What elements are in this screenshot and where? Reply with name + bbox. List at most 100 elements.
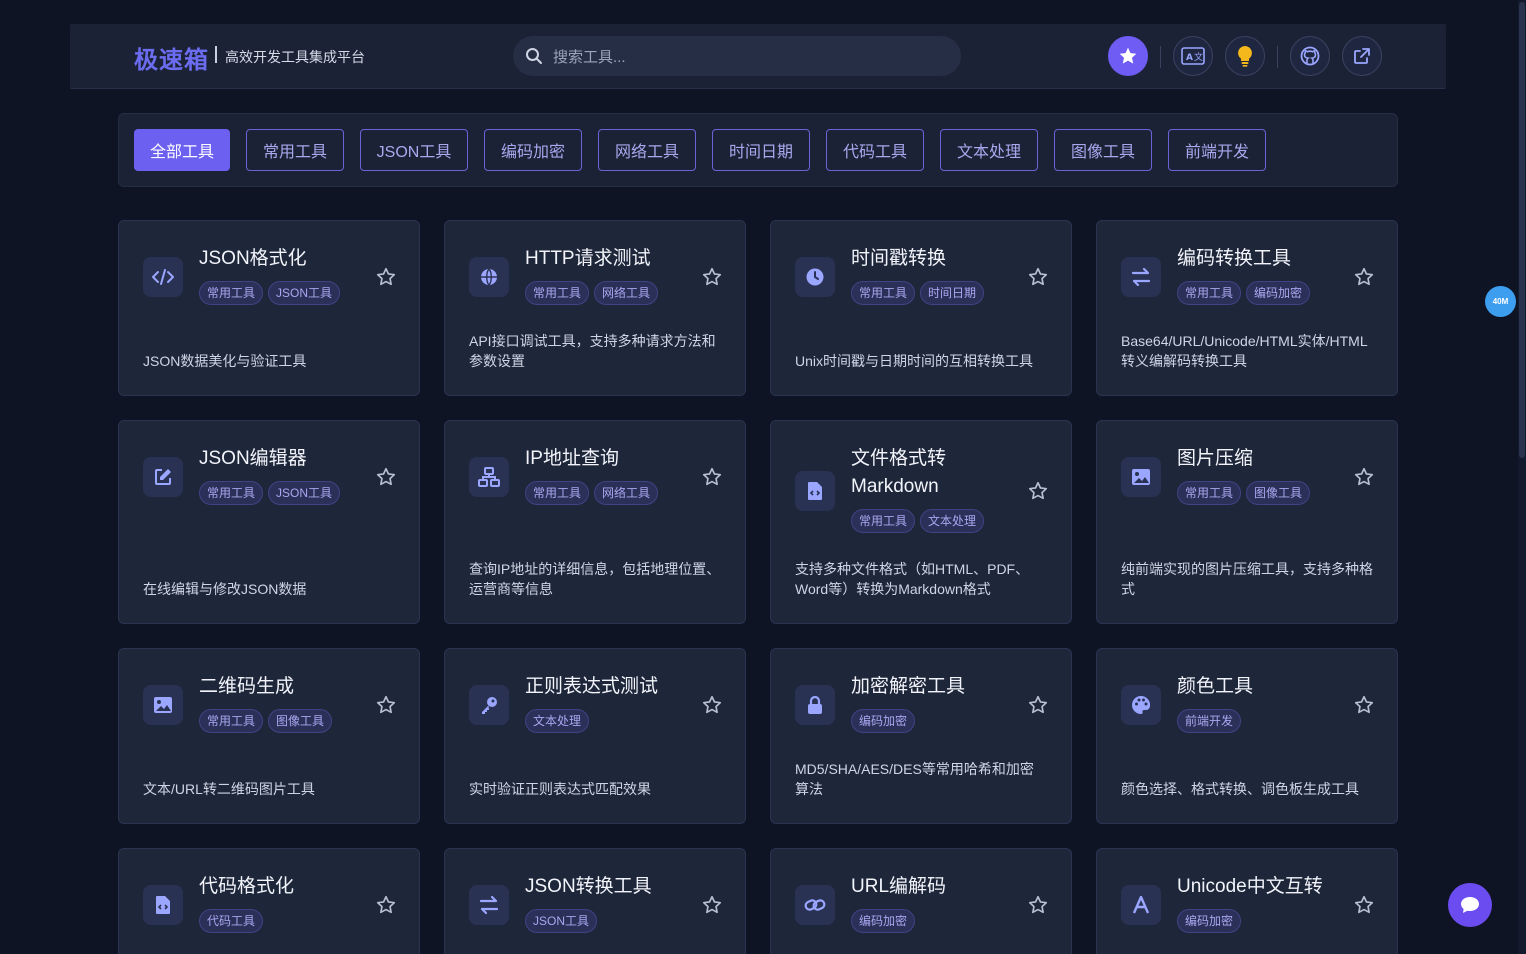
tool-title: JSON编辑器: [199, 448, 307, 469]
tool-tag[interactable]: 常用工具: [851, 509, 916, 533]
favorite-star-icon[interactable]: [701, 694, 723, 716]
tool-icon-box: [469, 457, 509, 497]
favorite-star-icon[interactable]: [1027, 894, 1049, 916]
favorite-star-icon[interactable]: [1353, 266, 1375, 288]
tool-tag[interactable]: 常用工具: [1177, 481, 1242, 505]
tool-card-url-codec[interactable]: URL编解码 编码加密: [770, 848, 1072, 954]
tool-description: Base64/URL/Unicode/HTML实体/HTML转义编解码转换工具: [1121, 333, 1368, 369]
favorite-star-icon[interactable]: [1353, 894, 1375, 916]
floating-status-badge[interactable]: 40M: [1485, 286, 1516, 317]
tool-tag[interactable]: 编码加密: [1246, 281, 1311, 305]
favorite-star-icon[interactable]: [1353, 466, 1375, 488]
tool-tag[interactable]: JSON工具: [268, 481, 341, 505]
tool-card-file-to-markdown[interactable]: 文件格式转Markdown 常用工具 文本处理 支持多种文件格式（如HTML、P…: [770, 420, 1072, 624]
tool-card-unicode[interactable]: Unicode中文互转 编码加密: [1096, 848, 1398, 954]
palette-icon: [1132, 695, 1151, 714]
tool-card-timestamp[interactable]: 时间戳转换 常用工具 时间日期 Unix时间戳与日期时间的互相转换工具: [770, 220, 1072, 396]
category-tab-common[interactable]: 常用工具: [246, 129, 344, 171]
globe-icon: [481, 268, 497, 286]
tool-tag[interactable]: 前端开发: [1177, 709, 1242, 733]
favorite-star-icon[interactable]: [375, 466, 397, 488]
github-icon: [1300, 46, 1320, 66]
category-tab-code[interactable]: 代码工具: [826, 129, 924, 171]
favorite-star-icon[interactable]: [701, 266, 723, 288]
tool-card-code-formatter[interactable]: 代码格式化 代码工具: [118, 848, 420, 954]
category-tab-text[interactable]: 文本处理: [940, 129, 1038, 171]
tool-tag[interactable]: 图像工具: [1246, 481, 1311, 505]
tool-tag[interactable]: 常用工具: [1177, 281, 1242, 305]
favorite-star-icon[interactable]: [375, 894, 397, 916]
category-tab-all[interactable]: 全部工具: [134, 129, 230, 171]
external-link-icon: [1354, 48, 1370, 64]
tool-card-color[interactable]: 颜色工具 前端开发 颜色选择、格式转换、调色板生成工具: [1096, 648, 1398, 824]
favorite-star-icon[interactable]: [375, 694, 397, 716]
tool-tag[interactable]: 常用工具: [199, 709, 264, 733]
tool-tag[interactable]: 常用工具: [199, 281, 264, 305]
search-box[interactable]: [513, 36, 961, 76]
tool-card-crypto[interactable]: 加密解密工具 编码加密 MD5/SHA/AES/DES等常用哈希和加密算法: [770, 648, 1072, 824]
svg-text:文: 文: [1194, 51, 1203, 63]
share-button[interactable]: [1342, 36, 1382, 76]
tool-icon-box: [143, 885, 183, 925]
tool-card-ip-lookup[interactable]: IP地址查询 常用工具 网络工具 查询IP地址的详细信息，包括地理位置、运营商等…: [444, 420, 746, 624]
tool-tag[interactable]: 编码加密: [1177, 909, 1242, 933]
page-scrollbar[interactable]: [1518, 0, 1526, 954]
tool-icon-box: [143, 457, 183, 497]
tool-icon-box: [469, 885, 509, 925]
tool-tag[interactable]: 代码工具: [199, 909, 264, 933]
tool-tags: 常用工具 文本处理: [851, 509, 985, 533]
tool-tag[interactable]: 常用工具: [851, 281, 916, 305]
category-tab-network[interactable]: 网络工具: [598, 129, 696, 171]
tool-card-json-editor[interactable]: JSON编辑器 常用工具 JSON工具 在线编辑与修改JSON数据: [118, 420, 420, 624]
favorite-star-icon[interactable]: [1027, 480, 1049, 502]
tool-card-json-convert[interactable]: JSON转换工具 JSON工具: [444, 848, 746, 954]
category-tab-frontend[interactable]: 前端开发: [1168, 129, 1266, 171]
scrollbar-thumb[interactable]: [1519, 2, 1525, 458]
category-filter-bar: 全部工具 常用工具 JSON工具 编码加密 网络工具 时间日期 代码工具 文本处…: [118, 113, 1398, 187]
tool-description: 支持多种文件格式（如HTML、PDF、Word等）转换为Markdown格式: [795, 561, 1030, 597]
favorite-star-icon[interactable]: [1027, 266, 1049, 288]
tool-card-qrcode[interactable]: 二维码生成 常用工具 图像工具 文本/URL转二维码图片工具: [118, 648, 420, 824]
tool-title: 代码格式化: [199, 876, 295, 897]
favorite-star-icon[interactable]: [701, 466, 723, 488]
tool-card-json-formatter[interactable]: JSON格式化 常用工具 JSON工具 JSON数据美化与验证工具: [118, 220, 420, 396]
tool-tag[interactable]: JSON工具: [525, 909, 598, 933]
tool-card-image-compress[interactable]: 图片压缩 常用工具 图像工具 纯前端实现的图片压缩工具，支持多种格式: [1096, 420, 1398, 624]
search-input[interactable]: [551, 42, 945, 72]
tool-tag[interactable]: 网络工具: [594, 281, 659, 305]
chat-button[interactable]: [1448, 883, 1492, 927]
favorite-star-icon[interactable]: [375, 266, 397, 288]
tool-tag[interactable]: 常用工具: [199, 481, 264, 505]
tool-tag[interactable]: 常用工具: [525, 481, 590, 505]
category-tab-encoding[interactable]: 编码加密: [484, 129, 582, 171]
image-icon: [1132, 469, 1150, 485]
tool-card-http-request[interactable]: HTTP请求测试 常用工具 网络工具 API接口调试工具，支持多种请求方法和参数…: [444, 220, 746, 396]
tool-tags: 常用工具 时间日期: [851, 281, 985, 305]
favorite-star-icon[interactable]: [701, 894, 723, 916]
favorite-star-icon[interactable]: [1027, 694, 1049, 716]
tool-tag[interactable]: 文本处理: [525, 709, 590, 733]
tool-card-encoding[interactable]: 编码转换工具 常用工具 编码加密 Base64/URL/Unicode/HTML…: [1096, 220, 1398, 396]
tool-tag[interactable]: JSON工具: [268, 281, 341, 305]
tool-title: Unicode中文互转: [1177, 876, 1323, 897]
category-tab-json[interactable]: JSON工具: [360, 129, 468, 171]
tool-tag[interactable]: 常用工具: [525, 281, 590, 305]
top-header: 极速箱 高效开发工具集成平台 A 文: [70, 24, 1446, 89]
key-icon: [482, 697, 497, 714]
tool-tag[interactable]: 时间日期: [920, 281, 985, 305]
language-button[interactable]: A 文: [1173, 36, 1213, 76]
brand-logo[interactable]: 极速箱: [134, 40, 209, 75]
tool-title: 二维码生成: [199, 676, 295, 697]
tool-tag[interactable]: 文本处理: [920, 509, 985, 533]
category-tab-image[interactable]: 图像工具: [1054, 129, 1152, 171]
tool-tag[interactable]: 编码加密: [851, 909, 916, 933]
tool-tag[interactable]: 图像工具: [268, 709, 333, 733]
category-tab-datetime[interactable]: 时间日期: [712, 129, 810, 171]
theme-toggle-button[interactable]: [1225, 36, 1265, 76]
favorites-button[interactable]: [1108, 36, 1148, 76]
tool-tag[interactable]: 网络工具: [594, 481, 659, 505]
tool-card-regex[interactable]: 正则表达式测试 文本处理 实时验证正则表达式匹配效果: [444, 648, 746, 824]
favorite-star-icon[interactable]: [1353, 694, 1375, 716]
tool-tag[interactable]: 编码加密: [851, 709, 916, 733]
github-button[interactable]: [1290, 36, 1330, 76]
